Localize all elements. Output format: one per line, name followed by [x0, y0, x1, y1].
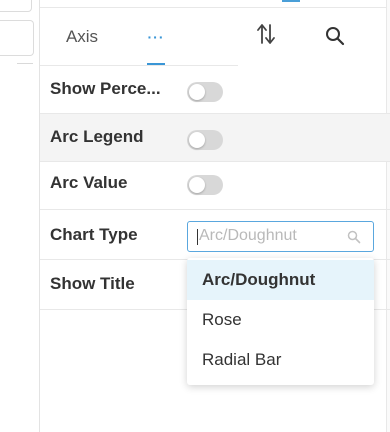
active-tab-indicator: [147, 63, 165, 65]
property-label: Show Title: [50, 274, 135, 293]
top-strip: [40, 0, 390, 8]
cropped-control-top: [0, 0, 32, 12]
property-row-arc-value: Arc Value: [40, 162, 390, 210]
property-row-arc-legend: Arc Legend: [40, 114, 390, 162]
toggle-knob: [189, 177, 205, 193]
show-percentage-toggle[interactable]: [187, 82, 223, 102]
sort-arrows-icon: [257, 24, 275, 44]
option-radial-bar[interactable]: Radial Bar: [187, 340, 374, 380]
tab-axis[interactable]: Axis: [54, 8, 110, 66]
property-label: Chart Type: [50, 225, 138, 244]
chart-type-dropdown: Arc/Doughnut Rose Radial Bar: [187, 258, 374, 385]
text-cursor: [197, 229, 198, 245]
property-row-show-percentage: Show Perce...: [40, 66, 390, 114]
divider: [17, 63, 33, 64]
tab-bar: Axis ···: [40, 8, 238, 66]
search-icon: [326, 27, 345, 46]
chart-type-select[interactable]: Arc/Doughnut: [187, 221, 374, 252]
arc-legend-toggle[interactable]: [187, 130, 223, 150]
toggle-knob: [189, 84, 205, 100]
sort-button[interactable]: [254, 22, 278, 46]
toggle-knob: [189, 132, 205, 148]
cropped-control-field[interactable]: [0, 20, 34, 56]
search-icon: [347, 230, 361, 244]
left-panel-edge: [0, 0, 40, 432]
option-rose[interactable]: Rose: [187, 300, 374, 340]
property-label: Arc Value: [50, 173, 128, 192]
option-arc-doughnut[interactable]: Arc/Doughnut: [187, 260, 374, 300]
top-accent-bar: [282, 0, 300, 2]
search-button[interactable]: [323, 24, 347, 48]
property-label: Show Perce...: [50, 79, 161, 98]
arc-value-toggle[interactable]: [187, 175, 223, 195]
chart-type-placeholder: Arc/Doughnut: [199, 227, 297, 244]
tab-more[interactable]: ···: [146, 8, 166, 66]
property-label: Arc Legend: [50, 127, 144, 146]
